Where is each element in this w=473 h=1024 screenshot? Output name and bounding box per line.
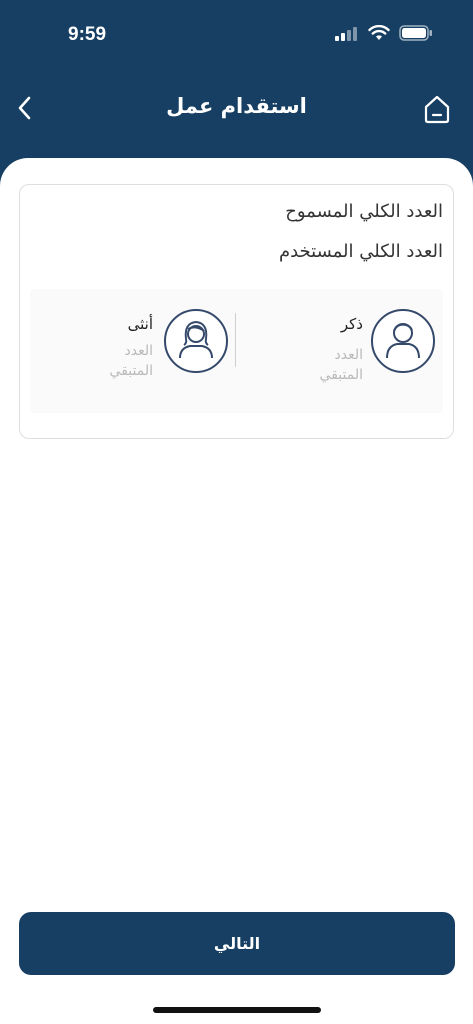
battery-icon bbox=[399, 25, 433, 45]
page-title: استقدام عمل bbox=[166, 94, 307, 118]
female-remaining-label: العدد المتبقي bbox=[109, 343, 153, 379]
gender-breakdown: ذكر العدد المتبقي أنثى العدد المتبقي bbox=[30, 289, 443, 413]
male-label: ذكر bbox=[340, 315, 363, 333]
male-avatar-icon bbox=[371, 309, 435, 373]
status-icons bbox=[335, 24, 433, 45]
home-indicator[interactable] bbox=[153, 1007, 321, 1013]
content-sheet: العدد الكلي المسموح العدد الكلي المستخدم… bbox=[0, 158, 473, 1024]
male-remaining-label: العدد المتبقي bbox=[319, 347, 363, 383]
navigation-bar: استقدام عمل bbox=[0, 82, 473, 134]
status-time: 9:59 bbox=[68, 24, 107, 45]
home-button[interactable] bbox=[423, 94, 451, 124]
total-used-label: العدد الكلي المستخدم bbox=[278, 241, 443, 262]
home-icon bbox=[424, 95, 450, 124]
total-allowed-label: العدد الكلي المسموح bbox=[285, 201, 443, 222]
signal-icon bbox=[335, 25, 359, 45]
female-avatar-icon bbox=[164, 309, 228, 373]
next-button[interactable]: التالي bbox=[19, 912, 455, 975]
status-bar: 9:59 bbox=[0, 0, 473, 70]
gender-divider bbox=[235, 313, 236, 367]
wifi-icon bbox=[368, 24, 390, 45]
female-label: أنثى bbox=[127, 315, 153, 333]
quota-card: العدد الكلي المسموح العدد الكلي المستخدم… bbox=[19, 184, 454, 439]
